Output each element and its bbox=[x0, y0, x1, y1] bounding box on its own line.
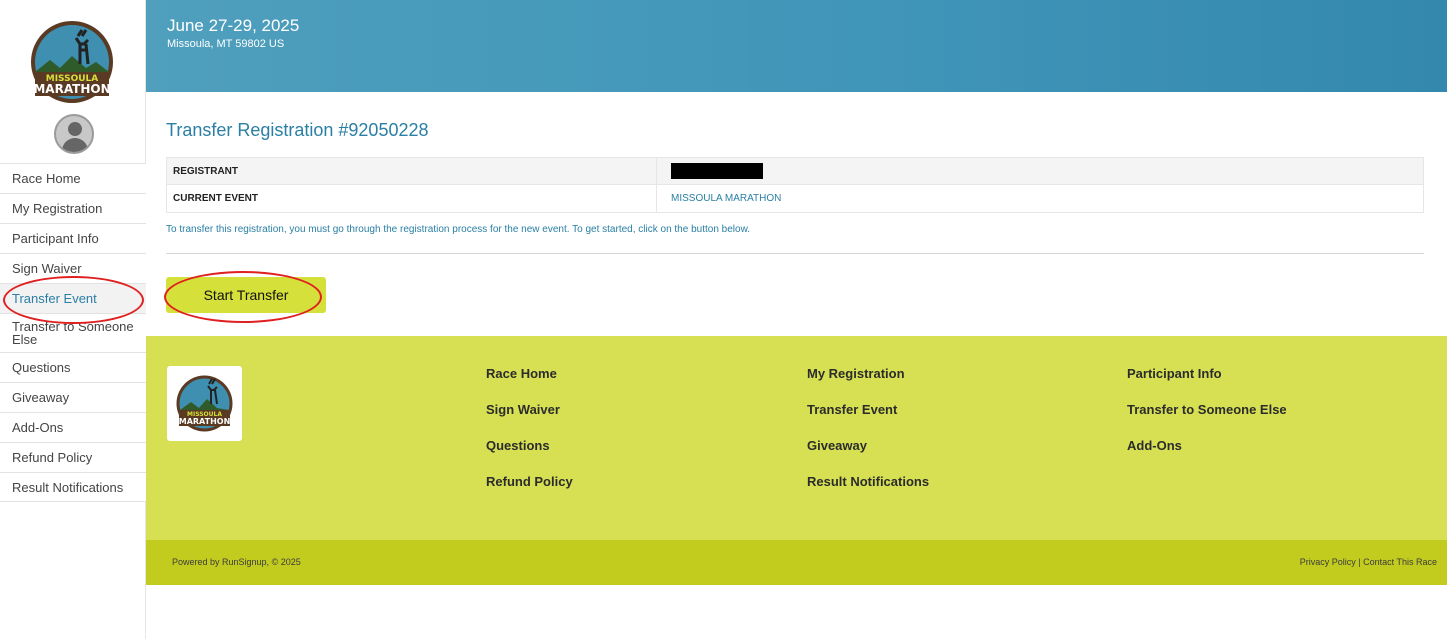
start-transfer-button[interactable]: Start Transfer bbox=[166, 277, 326, 313]
user-avatar-icon[interactable] bbox=[54, 114, 94, 154]
current-event-value[interactable]: MISSOULA MARATHON bbox=[656, 184, 1424, 213]
powered-by-text: Powered by RunSignup, © 2025 bbox=[172, 557, 301, 567]
event-location: Missoula, MT 59802 US bbox=[167, 38, 285, 50]
sidebar-item-giveaway[interactable]: Giveaway bbox=[0, 382, 146, 412]
footer-link-refund-policy[interactable]: Refund Policy bbox=[486, 474, 573, 489]
registrant-label: REGISTRANT bbox=[166, 157, 657, 185]
sidebar-nav: Race Home My Registration Participant In… bbox=[0, 163, 146, 502]
svg-text:MARATHON: MARATHON bbox=[179, 417, 231, 426]
footer-logo-icon[interactable]: MISSOULA MARATHON bbox=[167, 366, 242, 441]
sidebar-item-transfer-event[interactable]: Transfer Event bbox=[0, 283, 146, 313]
footer-link-transfer-event[interactable]: Transfer Event bbox=[807, 402, 897, 417]
registration-info-table: REGISTRANT CURRENT EVENT MISSOULA MARATH… bbox=[166, 157, 1424, 213]
privacy-policy-link[interactable]: Privacy Policy bbox=[1300, 557, 1356, 567]
sidebar-item-my-registration[interactable]: My Registration bbox=[0, 193, 146, 223]
registrant-value bbox=[656, 157, 1424, 185]
page-title: Transfer Registration #92050228 bbox=[166, 120, 429, 140]
bottom-bar: Powered by RunSignup, © 2025 Privacy Pol… bbox=[146, 540, 1447, 585]
footer-link-race-home[interactable]: Race Home bbox=[486, 366, 557, 381]
table-row: REGISTRANT bbox=[166, 157, 1424, 185]
event-header: June 27-29, 2025 Missoula, MT 59802 US bbox=[146, 0, 1447, 92]
footer-link-participant-info[interactable]: Participant Info bbox=[1127, 366, 1222, 381]
legal-links: Privacy Policy | Contact This Race bbox=[1300, 557, 1437, 567]
footer-link-result-notifications[interactable]: Result Notifications bbox=[807, 474, 929, 489]
sidebar-item-result-notifications[interactable]: Result Notifications bbox=[0, 472, 146, 502]
sidebar-item-transfer-to-someone-else[interactable]: Transfer to Someone Else bbox=[0, 313, 146, 352]
sidebar-item-participant-info[interactable]: Participant Info bbox=[0, 223, 146, 253]
main-content: Transfer Registration #92050228 REGISTRA… bbox=[166, 120, 1426, 313]
sidebar: MISSOULA MARATHON Race Home My Registrat… bbox=[0, 0, 146, 639]
sidebar-item-refund-policy[interactable]: Refund Policy bbox=[0, 442, 146, 472]
current-event-label: CURRENT EVENT bbox=[166, 184, 657, 213]
footer-link-transfer-to-someone-else[interactable]: Transfer to Someone Else bbox=[1127, 402, 1287, 417]
table-row: CURRENT EVENT MISSOULA MARATHON bbox=[166, 184, 1424, 213]
sidebar-item-sign-waiver[interactable]: Sign Waiver bbox=[0, 253, 146, 283]
transfer-instructions: To transfer this registration, you must … bbox=[166, 224, 751, 235]
event-date: June 27-29, 2025 bbox=[167, 16, 300, 35]
sidebar-item-add-ons[interactable]: Add-Ons bbox=[0, 412, 146, 442]
footer-link-add-ons[interactable]: Add-Ons bbox=[1127, 438, 1182, 453]
footer-link-my-registration[interactable]: My Registration bbox=[807, 366, 905, 381]
redacted-name bbox=[671, 163, 763, 179]
sidebar-item-questions[interactable]: Questions bbox=[0, 352, 146, 382]
footer-link-questions[interactable]: Questions bbox=[486, 438, 550, 453]
footer-link-sign-waiver[interactable]: Sign Waiver bbox=[486, 402, 560, 417]
divider bbox=[166, 253, 1424, 254]
missoula-marathon-logo-icon[interactable]: MISSOULA MARATHON bbox=[30, 20, 114, 104]
sidebar-item-race-home[interactable]: Race Home bbox=[0, 163, 146, 193]
contact-race-link[interactable]: Contact This Race bbox=[1363, 557, 1437, 567]
svg-text:MARATHON: MARATHON bbox=[33, 82, 110, 96]
page: MISSOULA MARATHON Race Home My Registrat… bbox=[0, 0, 1447, 639]
footer-link-giveaway[interactable]: Giveaway bbox=[807, 438, 867, 453]
footer: MISSOULA MARATHON Race Home Sign Waiver … bbox=[146, 336, 1447, 540]
